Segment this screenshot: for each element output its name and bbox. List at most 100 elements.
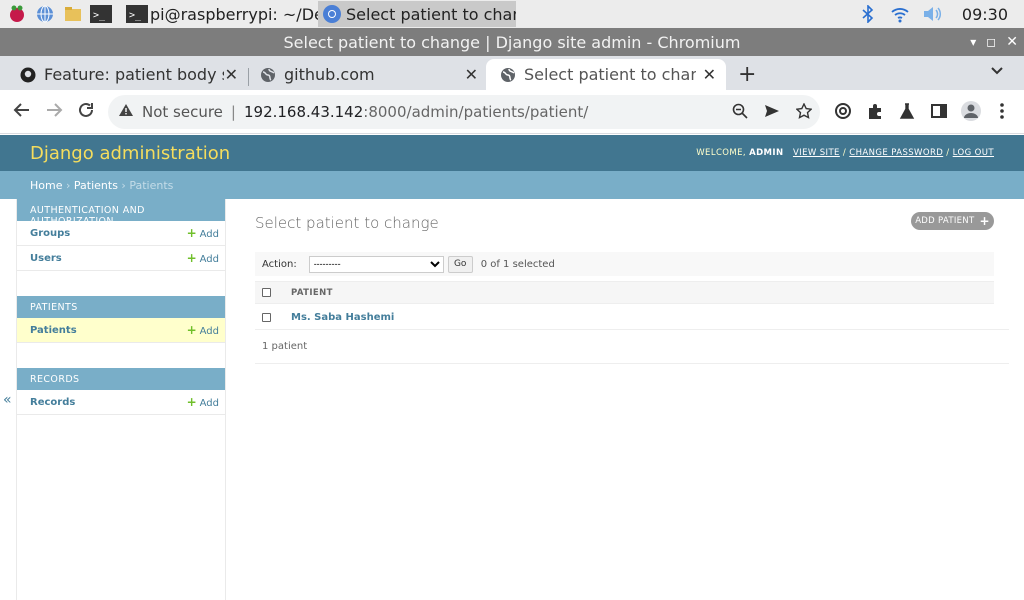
globe-icon [501,67,515,82]
tab-select-patient[interactable]: Select patient to change ✕ [486,59,726,90]
breadcrumb-separator: › [62,179,74,192]
breadcrumb-home[interactable]: Home [30,179,62,192]
select-all-checkbox[interactable] [262,288,271,297]
action-select[interactable]: --------- [308,255,444,273]
minimize-icon[interactable]: ▾ [970,35,976,49]
go-button[interactable]: Go [447,255,473,273]
add-label: Add [199,326,219,337]
bookmark-star-icon[interactable] [795,102,813,123]
view-site-link[interactable]: VIEW SITE [793,148,840,158]
side-panel-icon[interactable] [930,102,948,125]
security-label[interactable]: Not secure [142,103,223,121]
module-records: RECORDS Records + Add [17,368,225,415]
tab-title: Select patient to change [524,65,696,84]
window-title: Select patient to change | Django site a… [283,32,741,52]
task-label: Select patient to chan... [346,4,516,24]
forward-icon[interactable] [44,100,64,125]
breadcrumb-separator: › [117,179,130,192]
lab-flask-icon[interactable] [898,102,916,125]
app-sidebar: AUTHENTICATION AND AUTHORIZATION Groups … [16,199,226,600]
taskbar-task-chromium[interactable]: Select patient to chan... [318,1,516,27]
sidebar-collapse-toggle[interactable]: « [3,392,12,408]
add-groups-link[interactable]: + Add [187,226,219,240]
clock[interactable]: 09:30 [962,5,1008,24]
profile-avatar-icon[interactable] [960,100,982,127]
svg-text:>_: >_ [129,10,142,21]
warning-icon[interactable] [118,103,136,121]
browser-launcher-icon[interactable] [34,3,56,25]
module-caption[interactable]: PATIENTS [17,296,225,318]
breadcrumb: Home › Patients › Patients [0,171,1024,199]
module-caption[interactable]: AUTHENTICATION AND AUTHORIZATION [17,199,225,227]
tab-title: Feature: patient body ser [44,65,224,84]
address-bar[interactable]: Not secure | 192.168.43.142:8000/admin/p… [108,95,820,129]
volume-icon[interactable] [920,5,944,23]
maximize-icon[interactable]: ◻ [986,35,996,49]
back-icon[interactable] [12,100,32,125]
sidebar-link-users[interactable]: Users [30,253,62,264]
svg-text:>_: >_ [93,10,106,21]
sidebar-link-patients[interactable]: Patients [30,325,77,336]
omnibox-divider: | [230,103,236,121]
add-label: Add [199,229,219,240]
divider: / [943,148,953,158]
add-patients-link[interactable]: + Add [187,323,219,337]
tab-search-chevron-icon[interactable] [990,64,1004,80]
sidebar-link-groups[interactable]: Groups [30,228,70,239]
taskbar-task-terminal[interactable]: >_ pi@raspberrypi: ~/Des... [122,1,318,27]
site-branding[interactable]: Django administration [30,143,230,164]
raspberry-menu-icon[interactable] [6,3,28,25]
selection-counter: 0 of 1 selected [480,258,555,270]
os-taskbar: >_ >_ pi@raspberrypi: ~/Des... Select pa… [0,0,1024,28]
module-spacer [17,271,225,296]
action-label: Action: [262,258,297,270]
welcome-text: WELCOME, [696,148,750,158]
file-manager-icon[interactable] [62,3,84,25]
close-window-icon[interactable]: ✕ [1006,34,1018,50]
module-caption[interactable]: RECORDS [17,368,225,390]
sidebar-link-records[interactable]: Records [30,397,75,408]
sidebar-item-patients: Patients + Add [17,318,225,343]
add-patient-label: ADD PATIENT [915,216,975,226]
bluetooth-icon[interactable] [856,5,880,23]
table-row: Ms. Saba Hashemi [255,305,1009,330]
puzzle-icon[interactable] [866,102,884,125]
add-records-link[interactable]: + Add [187,395,219,409]
breadcrumb-app[interactable]: Patients [74,179,118,192]
wifi-icon[interactable] [888,5,912,23]
plus-icon: + [186,323,197,337]
terminal-launcher-icon[interactable]: >_ [90,3,112,25]
url-host: 192.168.43.142 [243,103,364,121]
sidebar-item-records: Records + Add [17,390,225,415]
module-spacer [17,343,225,368]
globe-icon [261,67,275,82]
row-checkbox[interactable] [262,312,271,322]
extension-icon[interactable] [834,102,852,125]
tab-close-icon[interactable]: ✕ [225,65,238,84]
task-label: pi@raspberrypi: ~/Des... [150,4,318,24]
window-title-bar: Select patient to change | Django site a… [0,28,1024,56]
table-header: PATIENT [255,281,994,304]
add-users-link[interactable]: + Add [187,251,219,265]
browser-toolbar: Not secure | 192.168.43.142:8000/admin/p… [0,90,1024,134]
send-icon[interactable] [764,103,780,123]
sidebar-item-users: Users + Add [17,246,225,271]
zoom-out-icon[interactable] [732,103,748,123]
tab-github[interactable]: github.com ✕ [240,59,488,90]
add-patient-button[interactable]: ADD PATIENT + [911,212,994,230]
breadcrumb-current: Patients [129,179,174,192]
tab-close-icon[interactable]: ✕ [465,65,478,84]
reload-icon[interactable] [76,100,96,125]
github-icon [20,67,36,82]
tab-close-icon[interactable]: ✕ [703,65,716,84]
change-password-link[interactable]: CHANGE PASSWORD [849,148,943,158]
patient-link[interactable]: Ms. Saba Hashemi [291,312,394,323]
column-header-patient[interactable]: PATIENT [291,288,333,298]
new-tab-icon[interactable]: + [738,62,756,87]
tab-github-feature[interactable]: Feature: patient body ser ✕ [0,59,248,90]
plus-icon: + [186,226,197,240]
divider: / [839,148,850,158]
module-patients: PATIENTS Patients + Add [17,296,225,343]
log-out-link[interactable]: LOG OUT [953,148,994,158]
browser-menu-icon[interactable] [999,102,1005,125]
